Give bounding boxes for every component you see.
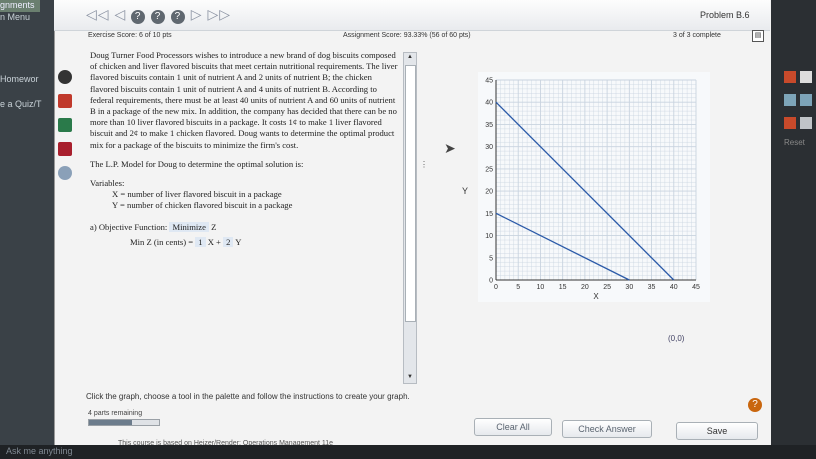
panel-divider-handle[interactable]: ⋮: [420, 160, 428, 172]
problem-title: Problem B.6: [700, 10, 750, 20]
assignment-score: Assignment Score: 93.33% (56 of 60 pts): [343, 32, 471, 39]
scroll-thumb[interactable]: [405, 65, 416, 322]
clear-all-button[interactable]: Clear All: [474, 418, 552, 436]
video-icon[interactable]: [58, 70, 72, 84]
delete-tool-icon[interactable]: [784, 117, 796, 129]
coef-y-field[interactable]: 2: [223, 236, 234, 247]
sidebar-item-label: n Menu: [0, 12, 31, 22]
problem-text-panel: Doug Turner Food Processors wishes to in…: [90, 50, 400, 380]
progress-text: 3 of 3 complete: [673, 32, 721, 39]
variable-y: Y = number of chicken flavored biscuit i…: [112, 200, 293, 211]
sidebar-item-label: e a Quiz/T: [0, 99, 42, 109]
help-circle-icon[interactable]: ?: [151, 10, 165, 24]
x-tick-label: 45: [692, 284, 700, 291]
x-tick-label: 25: [603, 284, 611, 291]
x-tick-label: 35: [648, 284, 656, 291]
graph-svg[interactable]: 0 5 10 15 20 25 30 35 40 45 0 5 10 15 20 25 30 35 40 45 X: [478, 72, 710, 302]
y-tick-label: 20: [485, 189, 493, 196]
book-icon[interactable]: [58, 94, 72, 108]
y-tick-label: 15: [485, 211, 493, 218]
parts-remaining: 4 parts remaining: [88, 410, 143, 417]
objective-label: a) Objective Function:: [90, 221, 168, 232]
navigation-buttons: ◁◁ ◁ ? ? ? ▷ ▷▷: [86, 6, 231, 24]
ebook-icon[interactable]: [58, 142, 72, 156]
exercise-score: Exercise Score: 6 of 10 pts: [88, 32, 172, 39]
minz-label: Min Z (in cents) =: [130, 236, 194, 247]
y-axis-label: Y: [462, 186, 469, 196]
var-x-text: X +: [207, 236, 221, 247]
people-icon[interactable]: [58, 166, 72, 180]
minz-row: Min Z (in cents) = 1 X + 2 Y: [90, 236, 400, 248]
y-tick-label: 10: [485, 233, 493, 240]
x-tick-label: 5: [516, 284, 520, 291]
lp-intro: The L.P. Model for Doug to determine the…: [90, 158, 304, 169]
x-tick-label: 10: [537, 284, 545, 291]
ask-me-anything[interactable]: Ask me anything: [6, 446, 73, 456]
x-tick-label: 20: [581, 284, 589, 291]
text-scrollbar[interactable]: ▲ ▼: [403, 52, 417, 384]
y-tick-label: 25: [485, 166, 493, 173]
check-answer-button[interactable]: Check Answer: [562, 420, 652, 438]
parts-progress-bar: [88, 419, 160, 426]
coef-x-field[interactable]: 1: [195, 236, 206, 247]
sidebar-item-label: gnments: [0, 0, 35, 10]
left-sidebar: n Menu gnments Homewor e a Quiz/T: [0, 0, 62, 459]
y-tick-label: 5: [489, 255, 493, 262]
help-circle-icon[interactable]: ?: [170, 10, 185, 24]
y-tick-label: 40: [485, 100, 493, 107]
objective-row: a) Objective Function: Minimize Z: [90, 221, 400, 233]
x-tick-label: 40: [670, 284, 678, 291]
x-axis-label: X: [593, 292, 599, 301]
tool-icons: [58, 70, 76, 190]
last-icon[interactable]: ▷▷: [207, 6, 231, 22]
help-circle-icon[interactable]: ?: [131, 10, 146, 24]
y-tick-label: 30: [485, 144, 493, 151]
point-tool-icon[interactable]: [800, 94, 813, 106]
help-icon[interactable]: [800, 71, 813, 83]
origin-readout: (0,0): [668, 334, 685, 343]
score-bar: Exercise Score: 6 of 10 pts Assignment S…: [88, 30, 768, 48]
calculator-icon[interactable]: [58, 118, 72, 132]
graph-area[interactable]: 0 5 10 15 20 25 30 35 40 45 0 5 10 15 20 25 30 35 40 45 X: [478, 72, 710, 302]
sidebar-item-label: Homewor: [0, 74, 39, 84]
prev-icon[interactable]: ◁: [114, 6, 126, 22]
line-tool-icon[interactable]: [784, 94, 796, 106]
menu-icon[interactable]: ▤: [752, 30, 764, 42]
scroll-up-icon[interactable]: ▲: [406, 54, 414, 62]
instruction-text: Click the graph, choose a tool in the pa…: [86, 392, 410, 401]
graph-tool-palette: [784, 70, 814, 134]
cursor-icon: ➤: [444, 140, 456, 156]
sidebar-item-assignments[interactable]: gnments: [0, 0, 40, 12]
parts-progress-fill: [89, 420, 133, 425]
y-tick-label: 35: [485, 122, 493, 129]
reset-button[interactable]: Reset: [784, 138, 814, 152]
scroll-down-icon[interactable]: ▼: [406, 374, 414, 382]
objective-select[interactable]: Minimize: [169, 221, 209, 232]
sidebar-item-menu[interactable]: n Menu: [0, 12, 30, 22]
sidebar-item-homework[interactable]: Homewor: [0, 74, 39, 84]
taskbar: Ask me anything: [0, 445, 816, 459]
region-tool-icon[interactable]: [800, 117, 813, 129]
y-tick-label: 45: [485, 78, 493, 85]
save-button[interactable]: Save: [676, 422, 758, 440]
var-y-text: Y: [235, 236, 242, 247]
x-tick-label: 30: [625, 284, 633, 291]
objective-suffix: Z: [211, 221, 217, 232]
first-icon[interactable]: ◁◁: [86, 6, 110, 22]
sidebar-item-quiz[interactable]: e a Quiz/T: [0, 99, 42, 109]
variable-x: X = number of liver flavored biscuit in …: [112, 189, 282, 200]
variables-label: Variables:: [90, 178, 125, 189]
x-tick-label: 15: [559, 284, 567, 291]
problem-paragraph: Doug Turner Food Processors wishes to in…: [90, 50, 398, 150]
y-tick-label: 0: [489, 278, 493, 285]
pointer-icon[interactable]: [784, 71, 796, 83]
x-tick-label: 0: [494, 284, 498, 291]
help-question-icon[interactable]: ?: [748, 398, 762, 412]
next-icon[interactable]: ▷: [191, 6, 203, 22]
